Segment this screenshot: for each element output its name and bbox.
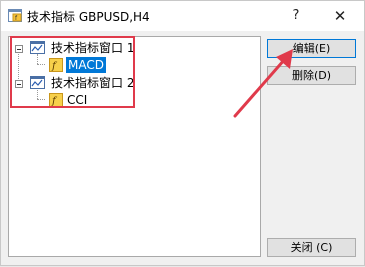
indicators-dialog: f 技术指标 GBPUSD,H4 ? ✕ 技术指标窗口 1 f MACD 技术指… [0, 0, 365, 266]
annotation-arrow [233, 49, 293, 118]
